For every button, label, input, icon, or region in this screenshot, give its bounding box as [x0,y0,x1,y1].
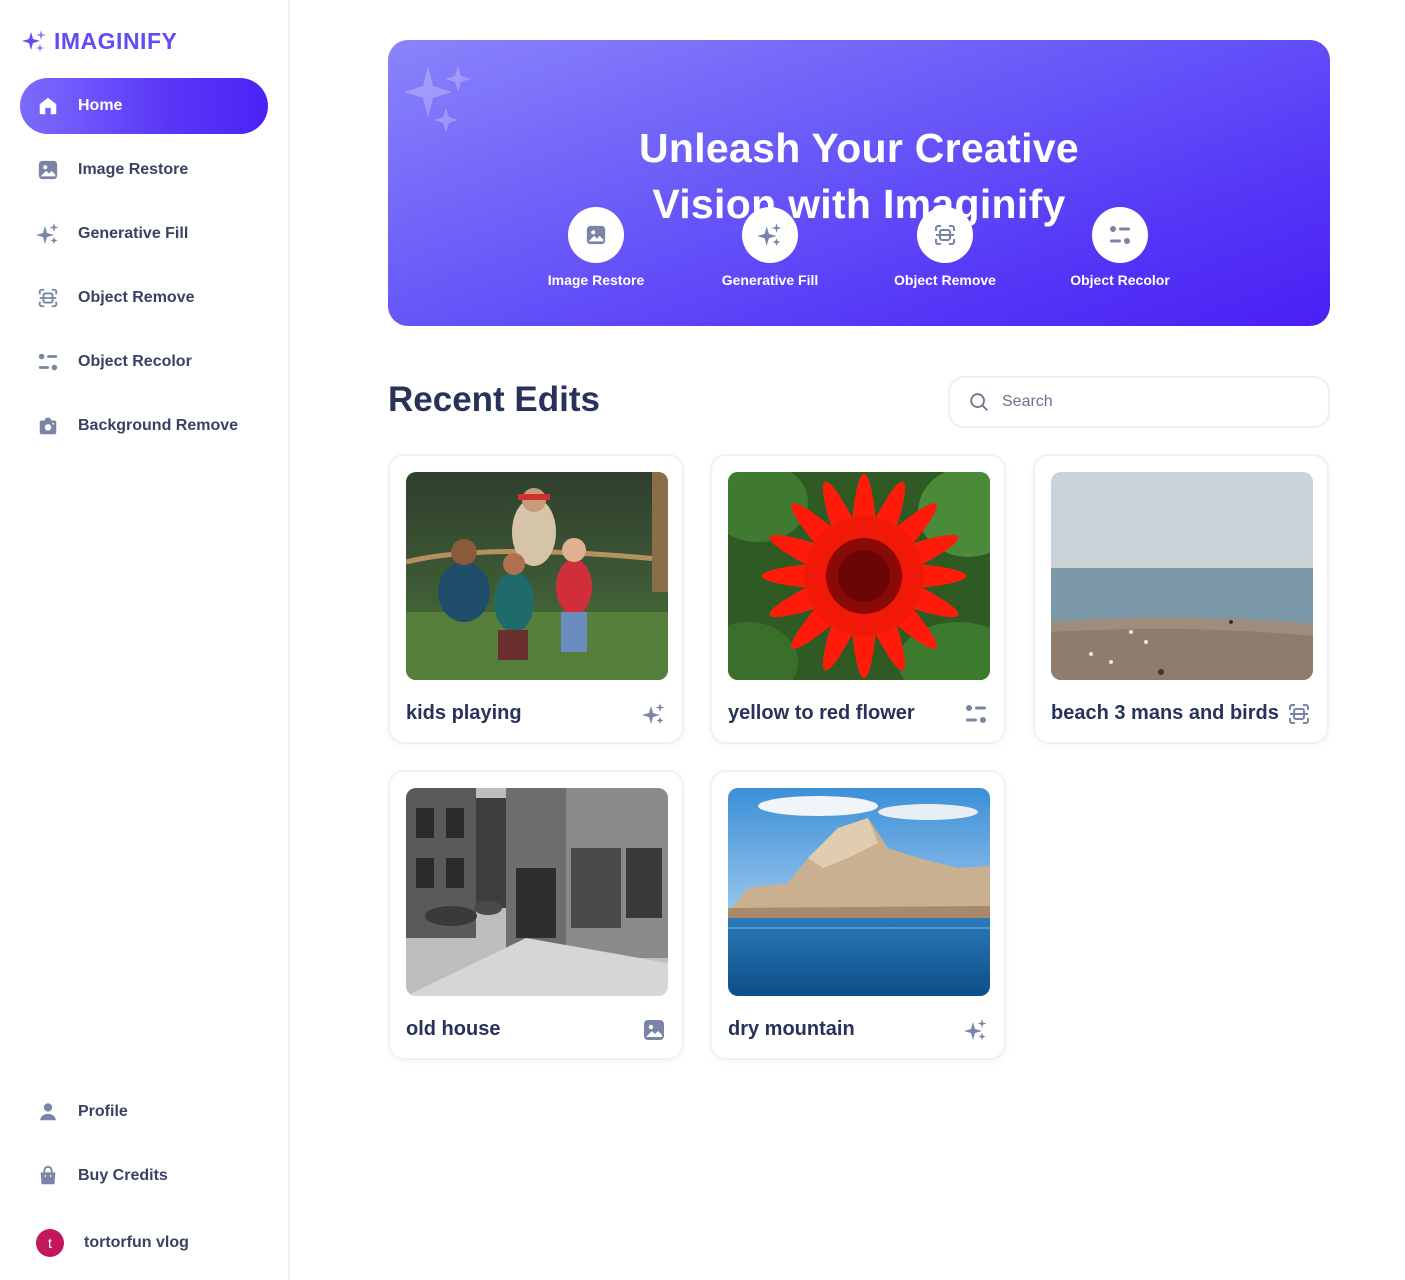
scan-icon [1289,704,1309,724]
stars-icon [964,1019,987,1040]
tool-label: Object Recolor [1070,272,1170,288]
sidebar-item-image-restore[interactable]: Image Restore [20,142,268,198]
search-icon [970,393,988,411]
stars-icon [642,703,665,724]
tool-generative-fill-button[interactable] [742,207,798,263]
recent-edit-card[interactable]: old house [388,770,684,1060]
tool-image-restore-button[interactable] [568,207,624,263]
filter-icon [966,705,986,723]
sidebar-item-label: Buy Credits [78,1167,168,1184]
tool-image-restore[interactable]: Image Restore [516,207,676,288]
logo-text: IMAGINIFY [54,28,178,54]
user-name: tortorfun vlog [84,1234,189,1251]
sidebar-item-buy-credits[interactable]: Buy Credits [20,1148,268,1204]
scan-icon [935,225,955,245]
card-thumbnail[interactable] [1051,472,1313,680]
card-title: beach 3 mans and birds [1051,702,1279,724]
card-title: yellow to red flower [728,702,915,724]
user-profile[interactable]: t tortorfun vlog [36,1229,189,1257]
search-input[interactable] [1002,393,1302,411]
tool-object-recolor-button[interactable] [1092,207,1148,263]
search-box[interactable] [948,376,1330,428]
sidebar-item-background-remove[interactable]: Background Remove [20,398,268,454]
stars-icon [757,223,782,246]
filter-icon [36,350,60,374]
card-thumbnail[interactable] [728,788,990,996]
sidebar-item-label: Home [78,97,123,114]
bag-icon [36,1164,60,1188]
sidebar-item-label: Image Restore [78,161,189,178]
recent-edit-card[interactable]: dry mountain [710,770,1006,1060]
recent-edits-title: Recent Edits [388,380,600,419]
card-thumbnail[interactable] [406,472,668,680]
tool-label: Image Restore [547,272,645,288]
image-icon [36,158,60,182]
sidebar-item-label: Object Remove [78,289,195,306]
sidebar-item-label: Background Remove [78,417,239,434]
card-thumbnail[interactable] [728,472,990,680]
card-title: dry mountain [728,1018,855,1040]
home-icon [36,94,60,118]
image-icon [586,225,606,245]
card-title: old house [406,1018,501,1040]
recent-edit-card[interactable]: yellow to red flower [710,454,1006,744]
scan-icon [36,286,60,310]
hero-banner: Unleash Your Creative Vision with Imagin… [388,40,1330,326]
image-icon [644,1020,664,1040]
card-title: kids playing [406,702,522,724]
tool-label: Generative Fill [721,272,819,288]
sidebar-item-profile[interactable]: Profile [20,1084,268,1140]
sidebar-item-label: Profile [78,1103,128,1120]
logo-stars-icon [22,29,46,52]
sidebar: IMAGINIFY Home Image Restore Generative … [0,0,290,1280]
tool-object-remove-button[interactable] [917,207,973,263]
sidebar-item-object-remove[interactable]: Object Remove [20,270,268,326]
logo[interactable]: IMAGINIFY [20,28,177,55]
sidebar-item-home[interactable]: Home [20,78,268,134]
hero-title-line-1: Unleash Your Creative [638,125,1079,171]
stars-icon [36,222,60,246]
sidebar-item-generative-fill[interactable]: Generative Fill [20,206,268,262]
sidebar-item-label: Object Recolor [78,353,192,370]
sidebar-item-object-recolor[interactable]: Object Recolor [20,334,268,390]
camera-icon [36,414,60,438]
filter-icon [1110,226,1130,244]
tool-generative-fill[interactable]: Generative Fill [690,207,850,288]
user-icon [36,1100,60,1124]
avatar[interactable]: t [36,1229,64,1257]
main-nav: Home Image Restore Generative Fill Objec… [20,78,268,462]
tool-object-remove[interactable]: Object Remove [865,207,1025,288]
bottom-nav: Profile Buy Credits [20,1084,268,1212]
sidebar-item-label: Generative Fill [78,225,189,242]
card-thumbnail[interactable] [406,788,668,996]
recent-edit-card[interactable]: kids playing [388,454,684,744]
tool-object-recolor[interactable]: Object Recolor [1040,207,1200,288]
recent-edit-card[interactable]: beach 3 mans and birds [1033,454,1329,744]
tool-label: Object Remove [894,272,996,288]
